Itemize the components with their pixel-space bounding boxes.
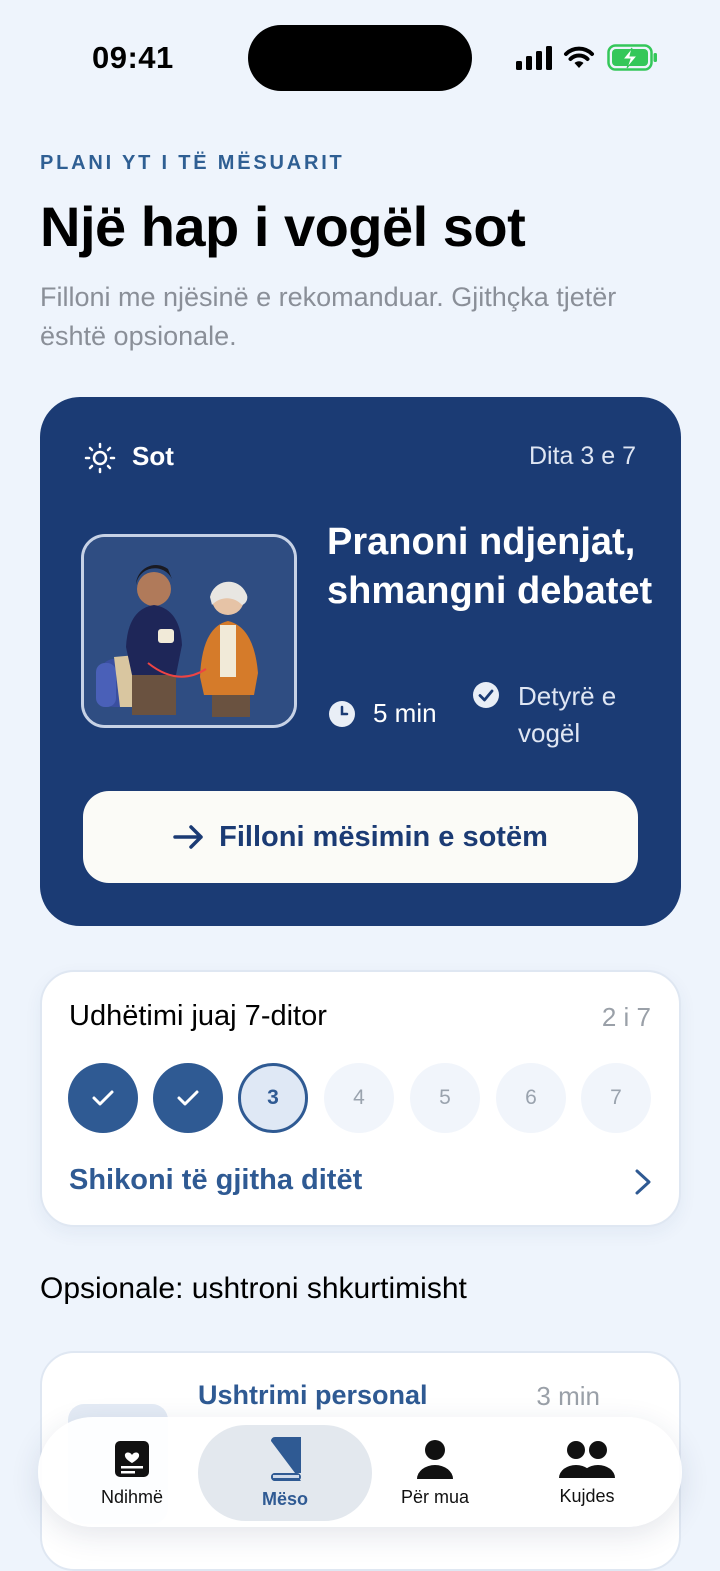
battery-charging-icon (607, 44, 657, 71)
journey-step-2[interactable] (153, 1063, 223, 1133)
tab-kujdes[interactable]: Kujdes (512, 1425, 662, 1521)
lesson-duration: 5 min (373, 698, 437, 728)
page-title: Një hap i vogël sot (40, 195, 526, 258)
lesson-illustration (81, 534, 297, 728)
see-all-days-link[interactable]: Shikoni të gjitha ditët (69, 1164, 362, 1197)
start-lesson-button[interactable]: Filloni mësimin e sotëm (83, 791, 638, 883)
tab-label: Kujdes (559, 1485, 615, 1506)
tab-label: Mëso (261, 1488, 308, 1509)
people-icon (559, 1440, 615, 1478)
status-time: 09:41 (92, 40, 174, 75)
today-label: Sot (132, 441, 174, 471)
journey-step-6[interactable]: 6 (496, 1063, 566, 1133)
cellular-signal-icon (516, 46, 552, 70)
heart-note-icon (115, 1440, 149, 1477)
journey-step-1[interactable] (68, 1063, 138, 1133)
check-circle-icon (473, 682, 499, 708)
wifi-icon (564, 46, 594, 68)
arrow-right-icon (173, 825, 203, 849)
tab-per-mua[interactable]: Për mua (360, 1425, 510, 1521)
sun-icon (84, 442, 116, 474)
tab-label: Ndihmë (100, 1486, 164, 1507)
journey-step-number: 6 (525, 1086, 537, 1109)
checkmark-icon (177, 1090, 199, 1106)
journey-count: 2 i 7 (601, 1002, 651, 1032)
person-icon (417, 1439, 453, 1479)
tab-ndihme[interactable]: Ndihmë (57, 1425, 207, 1521)
checkmark-icon (92, 1090, 114, 1106)
optional-section-title: Opsionale: ushtroni shkurtimisht (40, 1272, 467, 1305)
journey-step-4[interactable]: 4 (324, 1063, 394, 1133)
clock-icon (329, 701, 355, 727)
journey-step-3[interactable]: 3 (238, 1063, 308, 1133)
page-subtitle: Filloni me njësinë e rekomanduar. Gjithç… (40, 282, 617, 351)
journey-title: Udhëtimi juaj 7-ditor (69, 1000, 327, 1032)
lesson-title: Pranoni ndjenjat, shmangni debatet (327, 521, 653, 612)
journey-step-number: 7 (610, 1086, 622, 1109)
plan-eyebrow: PLANI YT I TË MËSUARIT (40, 152, 345, 174)
dynamic-island (248, 25, 472, 91)
journey-step-number: 5 (439, 1086, 451, 1109)
task-type-label: Detyrë e vogël (518, 681, 617, 748)
journey-step-7[interactable]: 7 (581, 1063, 651, 1133)
journey-step-5[interactable]: 5 (410, 1063, 480, 1133)
chevron-right-icon[interactable] (632, 1168, 654, 1196)
exercise-duration: 3 min (536, 1381, 600, 1411)
tab-label: Për mua (400, 1486, 470, 1507)
journey-step-number: 3 (267, 1086, 279, 1109)
journey-step-number: 4 (353, 1086, 365, 1109)
start-lesson-label: Filloni mësimin e sotëm (219, 820, 548, 853)
exercise-label: Ushtrimi personal (198, 1380, 428, 1410)
day-progress-label: Dita 3 e 7 (528, 442, 636, 470)
book-icon (271, 1436, 301, 1481)
tab-meso[interactable]: Mëso (198, 1425, 372, 1521)
